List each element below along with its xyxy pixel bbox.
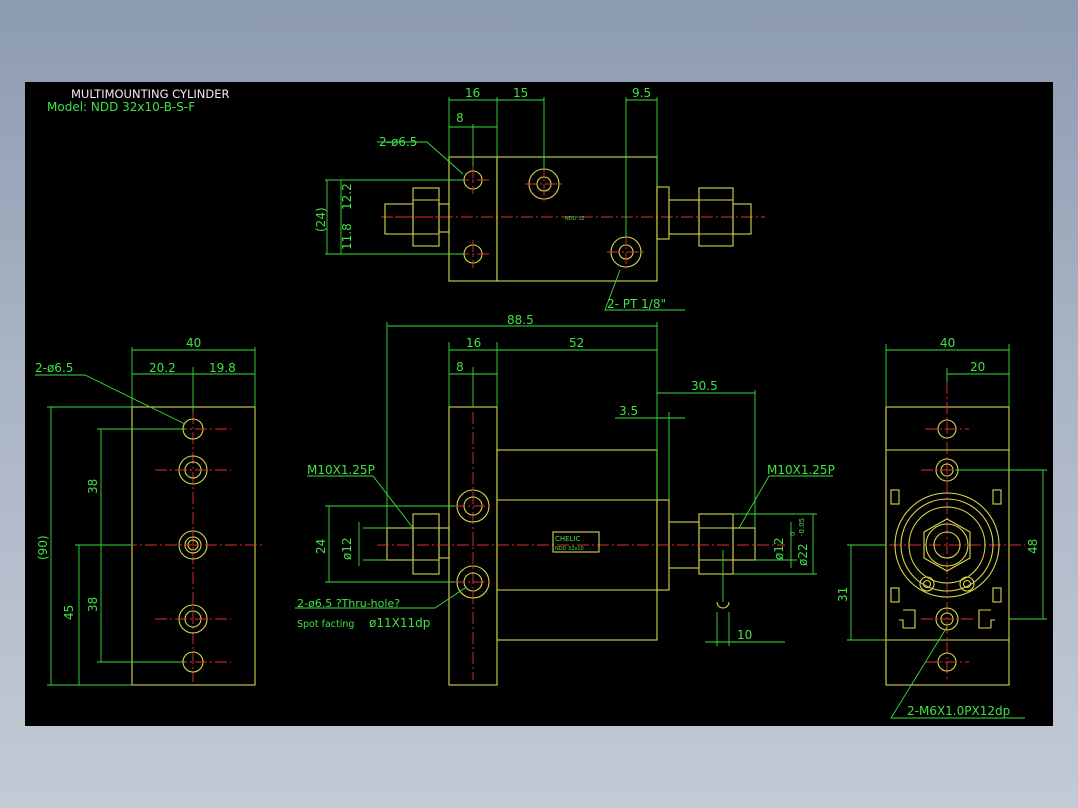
top-view: NDD 32 16 15 8 9.5 2-ø6.5 2- PT 1/8" (24… [314,86,765,311]
top-dim-8: 8 [456,111,464,125]
front-dim-10: 10 [737,628,752,642]
front-dim-8: 8 [456,360,464,374]
left-view-outline [131,406,256,686]
front-dim-d22-tol0: 0 [789,532,797,536]
front-holes-label: 2-ø6.5 ?Thru-hole? [297,597,400,610]
front-dim-52: 52 [569,336,584,350]
left-dim-38-top: 38 [86,479,100,494]
left-dim-20-2: 20.2 [149,361,176,375]
left-dim-19-8: 19.8 [209,361,236,375]
right-dim-40: 40 [940,336,955,350]
front-thread-right: M10X1.25P [767,463,835,477]
front-dim-30-5: 30.5 [691,379,718,393]
left-dim-38-bottom: 38 [86,597,100,612]
right-dim-31: 31 [836,587,850,602]
right-view: 40 20 48 31 2-M6X1.0PX12dp [836,336,1047,719]
right-dim-48: 48 [1026,539,1040,554]
front-spot-label: Spot facting [297,619,354,630]
right-dim-20: 20 [970,360,985,374]
left-holes-label: 2-ø6.5 [35,361,73,375]
top-dim-15: 15 [513,86,528,100]
top-view-body-text: NDD 32 [565,216,584,222]
front-dim-d12-right: ø12 [772,537,786,560]
drawing-title: MULTIMOUNTING CYLINDER [71,87,230,101]
front-dim-d12-left: ø12 [340,537,354,560]
front-thread-left: M10X1.25P [307,463,375,477]
top-dim-9-5: 9.5 [632,86,651,100]
left-dim-90: (90) [36,535,50,560]
top-dim-11-8: 11.8 [340,223,354,250]
nameplate-model: NDD 32x10 [555,546,584,552]
left-view: 40 20.2 19.8 2-ø6.5 (90) 45 38 38 [35,336,265,686]
right-view-outline [885,406,1010,686]
front-dim-88-5: 88.5 [507,313,534,327]
front-spot-value: ø11X11dp [369,616,430,630]
front-dim-d22: ø22 [796,543,810,566]
model-label: Model: NDD 32x10-B-S-F [47,100,195,114]
right-tap-label: 2-M6X1.0PX12dp [907,704,1010,718]
cad-drawing-canvas[interactable]: MULTIMOUNTING CYLINDER Model: NDD 32x10-… [25,82,1053,726]
top-dim-24: (24) [314,207,328,232]
left-dim-45: 45 [62,605,76,620]
front-dim-d22-tol: -0.05 [798,518,806,536]
nameplate-brand: CHELIC [555,535,581,543]
left-dim-40: 40 [186,336,201,350]
top-dim-16: 16 [465,86,480,100]
front-dim-16: 16 [466,336,481,350]
front-dim-3-5: 3.5 [619,404,638,418]
front-view: CHELIC NDD 32x10 88.5 16 52 8 30.5 3.5 M… [295,313,835,686]
top-port-label: 2- PT 1/8" [607,297,666,311]
front-dim-24: 24 [314,539,328,554]
top-dim-12-2: 12.2 [340,183,354,210]
top-holes-label: 2-ø6.5 [379,135,417,149]
cad-drawing: MULTIMOUNTING CYLINDER Model: NDD 32x10-… [35,86,1047,719]
